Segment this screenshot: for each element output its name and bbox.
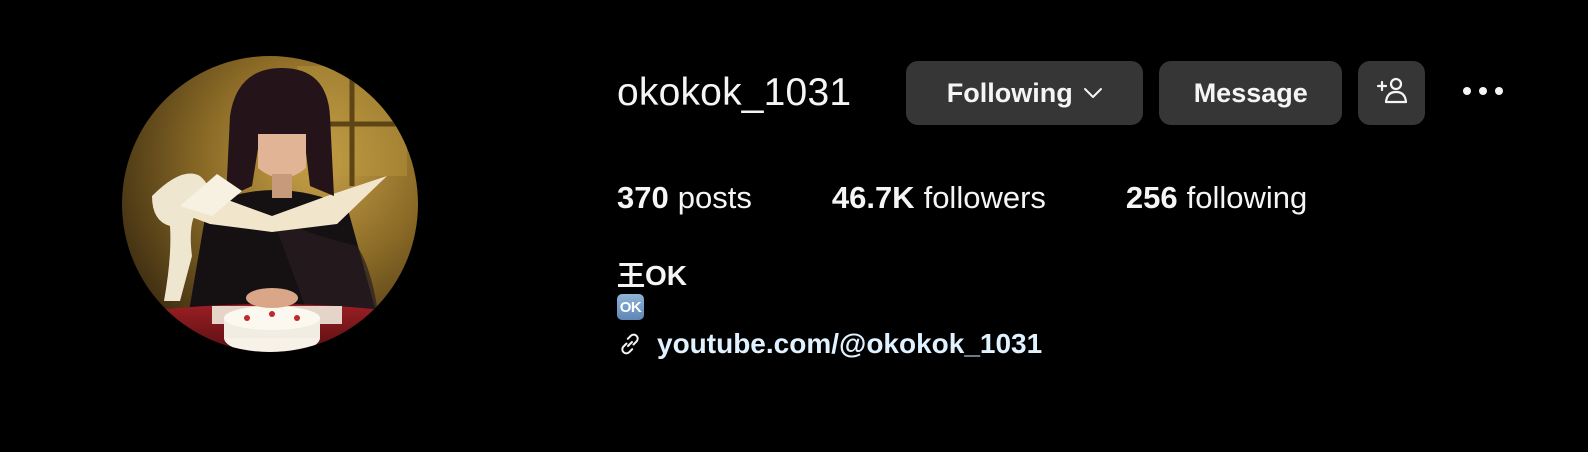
link-icon [617, 331, 643, 357]
profile-avatar[interactable] [122, 56, 418, 352]
following-label: following [1186, 180, 1308, 215]
following-count: 256 [1125, 180, 1178, 215]
profile-photo-image [122, 56, 418, 352]
following-button-label: Following [946, 77, 1073, 108]
posts-label: posts [677, 180, 752, 215]
person-add-icon [1376, 76, 1408, 111]
bio-link[interactable]: youtube.com/@okokok_1031 [617, 326, 1042, 362]
message-button[interactable]: Message [1159, 61, 1343, 125]
followers-label: followers [923, 180, 1046, 215]
ok-emoji-badge: OK [617, 294, 644, 320]
profile-header: okokok_1031 Following Message 370 posts … [0, 0, 1588, 452]
add-user-button[interactable] [1358, 61, 1426, 125]
display-name: 王OK [617, 260, 688, 291]
more-options-button[interactable] [1461, 71, 1505, 115]
message-button-label: Message [1193, 77, 1308, 108]
posts-count: 370 [617, 180, 669, 215]
following-stat[interactable]: 256 following [1126, 180, 1307, 216]
profile-actions-row: okokok_1031 Following Message [617, 61, 1505, 125]
following-button[interactable]: Following [906, 61, 1144, 125]
more-options-icon [1462, 84, 1504, 102]
followers-count: 46.7K [831, 180, 915, 215]
bio-link-text: youtube.com/@okokok_1031 [657, 328, 1043, 359]
posts-stat: 370 posts [617, 180, 752, 216]
profile-stats: 370 posts 46.7K followers 256 following [617, 178, 1307, 218]
chevron-down-icon [1083, 87, 1103, 99]
username: okokok_1031 [617, 71, 852, 114]
followers-stat[interactable]: 46.7K followers [832, 180, 1046, 216]
profile-info: okokok_1031 Following Message 370 posts … [617, 0, 1557, 452]
